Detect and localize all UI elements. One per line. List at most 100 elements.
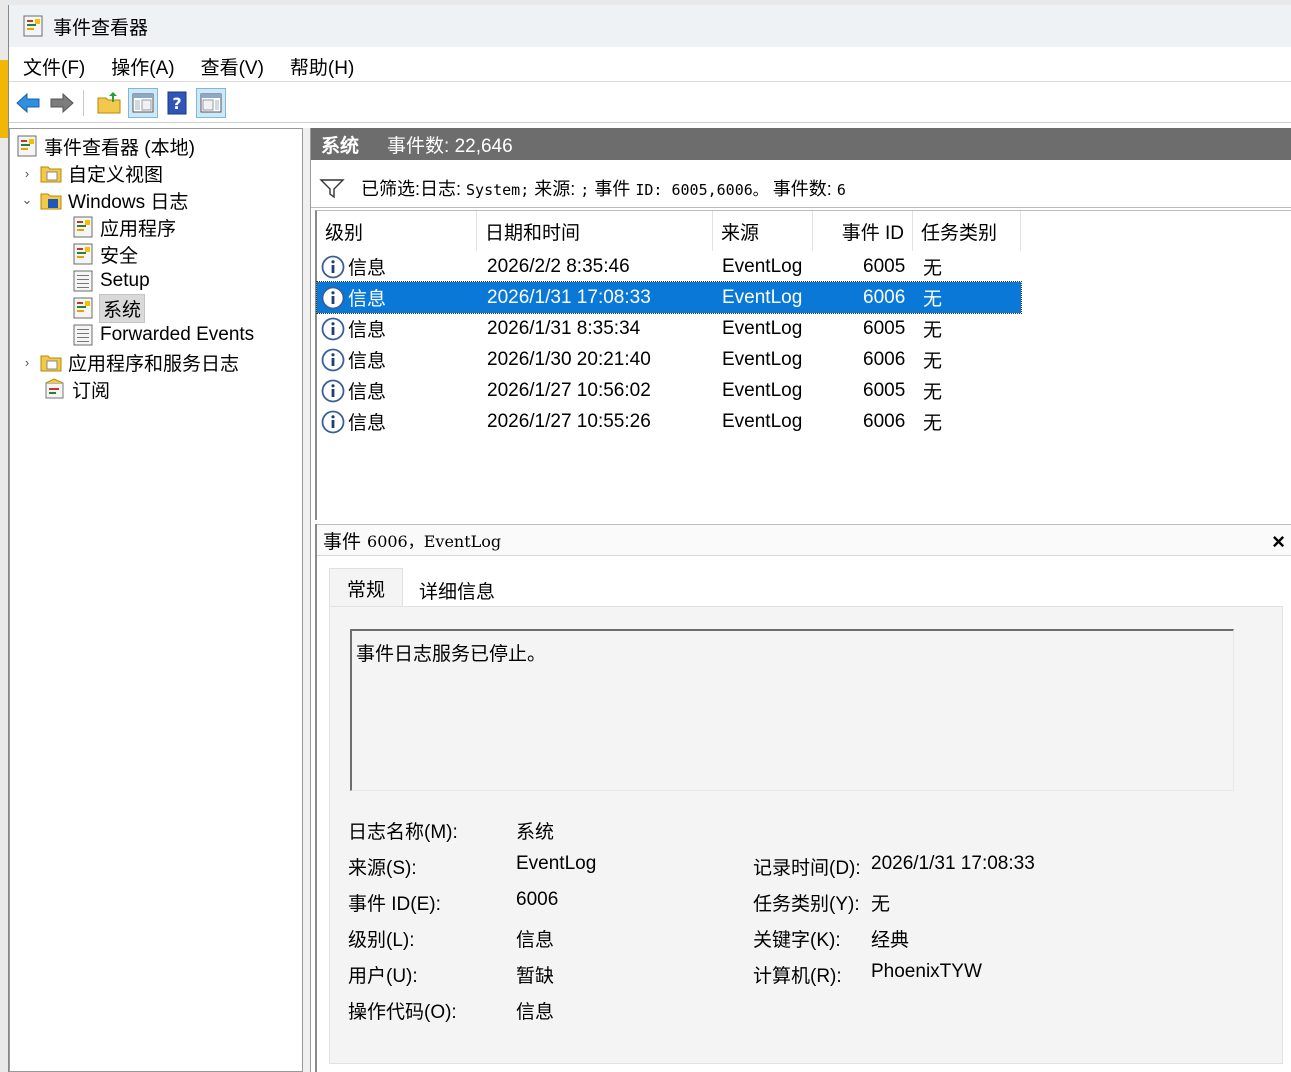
- column-header-level[interactable]: 级别: [317, 211, 477, 251]
- forward-button[interactable]: [47, 88, 77, 118]
- title-bar[interactable]: 事件查看器: [9, 5, 1291, 47]
- recorded-value[interactable]: 2026/1/31 17:08:33: [871, 853, 1035, 875]
- filter-source-label: 来源:: [534, 178, 576, 199]
- event-datetime: 2026/1/27 10:55:26: [487, 410, 651, 432]
- tree-item-windows-logs[interactable]: ⌄ Windows 日志: [20, 187, 189, 213]
- folder-icon: [40, 351, 62, 373]
- event-detail-title-label: 事件: [323, 531, 362, 553]
- event-datetime: 2026/1/27 10:56:02: [487, 379, 651, 401]
- computer-value[interactable]: PhoenixTYW: [871, 961, 982, 983]
- event-task: 无: [923, 320, 943, 341]
- subscription-icon: [44, 378, 66, 400]
- back-arrow-icon: [16, 92, 40, 113]
- tab-details[interactable]: 详细信息: [407, 570, 507, 610]
- tree-item-forwarded-events[interactable]: Forwarded Events: [72, 322, 254, 348]
- filter-bar: 已筛选:日志: System; 来源: ; 事件 ID: 6005,6006。 …: [311, 168, 1291, 208]
- close-icon[interactable]: ×: [1272, 529, 1285, 555]
- event-row[interactable]: 信息 2026/2/2 8:35:46 EventLog 6005 无: [317, 251, 1021, 282]
- event-list-header: 级别 日期和时间 来源 事件 ID 任务类别: [317, 211, 1291, 251]
- event-id: 6005: [863, 317, 906, 339]
- back-button[interactable]: [13, 88, 43, 118]
- menu-action[interactable]: 操作(A): [97, 53, 186, 80]
- event-datetime: 2026/2/2 8:35:46: [487, 255, 630, 277]
- tree-label-system: 系统: [98, 293, 146, 323]
- event-task: 无: [923, 258, 943, 279]
- window-title: 事件查看器: [53, 17, 149, 39]
- results-pane: 系统 事件数: 22,646 已筛选:日志: System; 来源: ; 事件 …: [310, 128, 1291, 1072]
- event-level: 信息: [348, 258, 387, 279]
- event-id-label: 事件 ID(E):: [348, 894, 441, 915]
- menu-view[interactable]: 查看(V): [187, 53, 276, 80]
- menu-help[interactable]: 帮助(H): [276, 53, 366, 80]
- tree-item-root[interactable]: 事件查看器 (本地): [16, 133, 195, 159]
- tree-label-application: 应用程序: [100, 218, 177, 240]
- chevron-right-icon[interactable]: ›: [20, 166, 34, 181]
- event-source: EventLog: [722, 379, 803, 401]
- event-count: 事件数: 22,646: [387, 135, 513, 157]
- help-button[interactable]: ?: [162, 88, 192, 118]
- tree-label-setup: Setup: [100, 270, 150, 291]
- tree-item-system[interactable]: 系统: [72, 293, 146, 323]
- show-hide-console-tree-button[interactable]: [128, 87, 158, 118]
- column-header-source[interactable]: 来源: [713, 211, 813, 251]
- event-row-selected[interactable]: 信息 2026/1/31 17:08:33 EventLog 6006 无: [316, 281, 1022, 314]
- chevron-down-icon[interactable]: ⌄: [20, 192, 34, 207]
- show-hide-action-pane-button[interactable]: [196, 87, 226, 118]
- event-level: 信息: [348, 351, 387, 372]
- user-value[interactable]: 暂缺: [516, 961, 554, 988]
- menu-bar: 文件(F) 操作(A) 查看(V) 帮助(H): [9, 52, 1291, 82]
- chevron-right-icon[interactable]: ›: [20, 355, 34, 370]
- event-row[interactable]: 信息 2026/1/27 10:55:26 EventLog 6006 无: [317, 406, 1021, 437]
- event-detail-title-bar: 事件 6006，EventLog ×: [317, 524, 1291, 556]
- event-task: 无: [923, 413, 943, 434]
- source-value[interactable]: EventLog: [516, 853, 596, 875]
- filter-count-value: 6: [836, 180, 846, 199]
- column-header-event-id[interactable]: 事件 ID: [813, 211, 913, 251]
- event-detail-pane: 事件 6006，EventLog × 常规 详细信息 事件日志服务已停止。 日志…: [315, 524, 1291, 1072]
- opcode-value[interactable]: 信息: [516, 997, 554, 1024]
- event-row[interactable]: 信息 2026/1/30 20:21:40 EventLog 6006 无: [317, 344, 1021, 375]
- column-header-datetime[interactable]: 日期和时间: [477, 211, 713, 251]
- column-header-task-category[interactable]: 任务类别: [913, 211, 1021, 251]
- event-viewer-icon: [16, 135, 38, 157]
- event-level: 信息: [348, 320, 387, 341]
- event-list: 级别 日期和时间 来源 事件 ID 任务类别 信息 2026/2/2 8:35:…: [315, 210, 1291, 520]
- tree-item-custom-views[interactable]: › 自定义视图: [20, 160, 163, 186]
- keywords-value[interactable]: 经典: [871, 925, 909, 952]
- tree-item-app-service-logs[interactable]: › 应用程序和服务日志: [20, 349, 239, 375]
- event-source: EventLog: [722, 286, 803, 308]
- event-row[interactable]: 信息 2026/1/27 10:56:02 EventLog 6005 无: [317, 375, 1021, 406]
- level-value[interactable]: 信息: [516, 925, 554, 952]
- plain-log-icon: [72, 270, 94, 292]
- event-description[interactable]: 事件日志服务已停止。: [350, 629, 1234, 791]
- plain-log-icon: [72, 324, 94, 346]
- tree-item-setup[interactable]: Setup: [72, 268, 150, 294]
- tree-label-custom-views: 自定义视图: [68, 164, 164, 186]
- forward-arrow-icon: [50, 92, 74, 113]
- toolbar-separator: [83, 89, 84, 116]
- task-category-value[interactable]: 无: [871, 889, 890, 916]
- event-source: EventLog: [722, 348, 803, 370]
- event-level: 信息: [348, 289, 387, 310]
- event-viewer-app-icon: [23, 15, 43, 37]
- tree-item-subscriptions[interactable]: 订阅: [44, 376, 110, 402]
- log-name-value[interactable]: 系统: [516, 817, 554, 844]
- event-row[interactable]: 信息 2026/1/31 8:35:34 EventLog 6005 无: [317, 313, 1021, 344]
- svg-text:?: ?: [172, 94, 181, 113]
- filter-id-value: ID: 6005,6006。: [635, 180, 768, 199]
- event-id-value[interactable]: 6006: [516, 889, 558, 911]
- log-name: 系统: [321, 135, 360, 157]
- general-tab-body: 事件日志服务已停止。 日志名称(M): 系统 来源(S): EventLog 记…: [329, 606, 1283, 1064]
- tree-item-application[interactable]: 应用程序: [72, 214, 176, 240]
- event-id: 6006: [863, 410, 906, 432]
- up-one-level-button[interactable]: [94, 88, 124, 118]
- tree-label-app-service-logs: 应用程序和服务日志: [68, 353, 240, 375]
- help-icon: ?: [167, 91, 187, 114]
- computer-label: 计算机(R):: [753, 966, 842, 987]
- menu-file[interactable]: 文件(F): [9, 53, 97, 80]
- tree-label-security: 安全: [100, 245, 139, 267]
- event-datetime: 2026/1/31 17:08:33: [487, 286, 651, 308]
- tree-item-security[interactable]: 安全: [72, 241, 138, 267]
- event-source: EventLog: [722, 255, 803, 277]
- tab-general[interactable]: 常规: [329, 568, 403, 608]
